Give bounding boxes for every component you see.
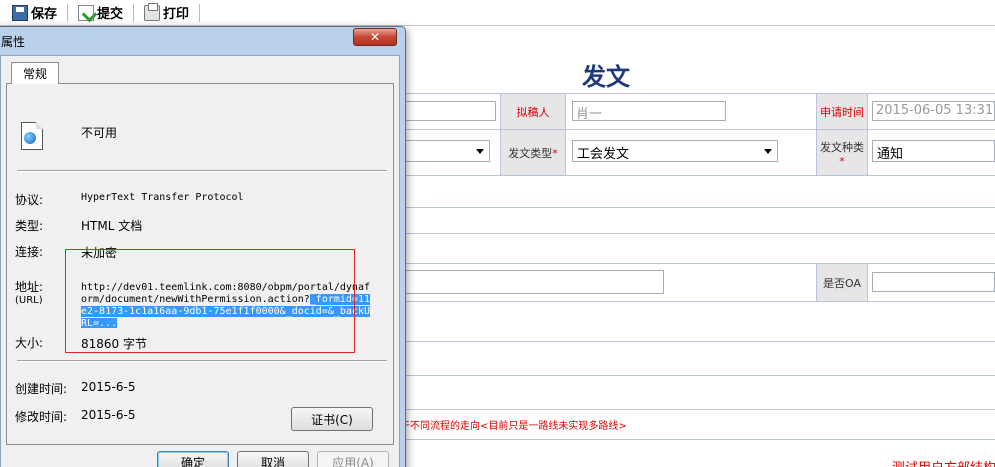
size-label: 大小: (15, 336, 44, 350)
file-name-value: 不可用 (81, 126, 118, 140)
address-label-sub: (URL) (15, 295, 43, 306)
doc-kind-label-text: 发文种类 (820, 140, 864, 154)
form-row (400, 341, 995, 375)
hidden-field-input[interactable] (400, 101, 496, 121)
modified-label: 修改时间: (15, 410, 68, 424)
bottom-red-text: 测试用户方部结构 (892, 457, 995, 467)
connection-label: 连接: (15, 245, 44, 259)
form-row (400, 233, 995, 263)
divider (17, 360, 387, 362)
form-row (400, 375, 995, 409)
doc-type-label: 发文类型 * (500, 130, 566, 176)
print-label: 打印 (163, 7, 190, 22)
close-icon: ✕ (369, 30, 381, 44)
toolbar-separator (67, 3, 69, 22)
apply-time-input[interactable]: 2015-06-05 13:31 (872, 101, 995, 121)
is-oa-input[interactable] (872, 272, 995, 292)
flow-note: 于不同流程的走向<目前只是一路线未实现多路线> (400, 421, 627, 432)
apply-button[interactable]: 应用(A) (317, 451, 389, 467)
divider (17, 170, 387, 172)
toolbar-separator (199, 3, 201, 22)
top-toolbar: 保存 提交 打印 (0, 0, 995, 26)
print-button[interactable]: 打印 (138, 2, 195, 24)
save-icon (12, 4, 28, 21)
ok-button[interactable]: 确定 (157, 451, 229, 467)
is-oa-label: 是否OA (816, 264, 868, 302)
print-icon (144, 2, 161, 21)
dialog-title: 属性 (1, 35, 26, 49)
apply-time-label-text: 申请时间 (820, 106, 864, 119)
chevron-down-icon (764, 149, 772, 154)
drafter-label-text: 拟稿人 (516, 106, 550, 119)
form-row: 是否OA (400, 263, 995, 302)
long-text-input[interactable] (400, 270, 664, 294)
type-label: 类型: (15, 219, 44, 233)
created-label: 创建时间: (15, 382, 68, 396)
modified-value: 2015-6-5 (81, 408, 136, 422)
required-mark: * (552, 146, 558, 160)
submit-button[interactable]: 提交 (72, 2, 129, 24)
address-label: 地址: (URL) (15, 281, 43, 307)
form-row (400, 175, 995, 207)
doc-kind-value: 通知 (877, 147, 904, 162)
protocol-label: 协议: (15, 193, 44, 207)
form-row: 发文类型 * 工会发文 发文种类 * 通知 (400, 129, 995, 176)
address-label-text: 地址: (15, 280, 44, 294)
form-row: 拟稿人 肖一 申请时间 2015-06-05 13:31 (400, 93, 995, 130)
dialog-titlebar[interactable]: 属性 ✕ (0, 27, 405, 53)
save-label: 保存 (31, 7, 58, 22)
type-value: HTML 文档 (81, 219, 143, 233)
properties-dialog: 属性 ✕ 常规 不可用 协议: HyperText Transfer Proto… (0, 26, 406, 467)
doc-kind-label: 发文种类 * (816, 130, 868, 176)
form-row (400, 301, 995, 341)
chevron-down-icon (476, 149, 484, 154)
doc-kind-select[interactable]: 通知 (872, 140, 995, 162)
save-button[interactable]: 保存 (6, 2, 63, 24)
toolbar-separator (133, 3, 135, 22)
created-value: 2015-6-5 (81, 380, 136, 394)
protocol-value: HyperText Transfer Protocol (81, 192, 244, 203)
required-mark: * (839, 154, 845, 168)
doc-type-select[interactable]: 工会发文 (572, 140, 778, 162)
close-button[interactable]: ✕ (353, 28, 397, 46)
submit-icon (78, 4, 95, 21)
document-form: 发文 拟稿人 肖一 申请时间 2015-06-05 13:31 发文类型 * 工会… (400, 27, 995, 467)
apply-time-label: 申请时间 (816, 94, 868, 130)
drafter-input[interactable]: 肖一 (572, 101, 726, 121)
red-highlight-box (65, 249, 355, 353)
left-select[interactable] (400, 140, 490, 162)
form-title: 发文 (582, 62, 630, 91)
html-document-icon (21, 122, 43, 150)
tab-panel: 不可用 协议: HyperText Transfer Protocol 类型: … (6, 83, 394, 445)
cancel-button[interactable]: 取消 (237, 451, 309, 467)
form-row (400, 207, 995, 233)
doc-type-value: 工会发文 (577, 147, 630, 162)
dialog-body: 常规 不可用 协议: HyperText Transfer Protocol 类… (0, 55, 400, 467)
tab-general[interactable]: 常规 (11, 62, 59, 84)
is-oa-label-text: 是否OA (823, 277, 861, 290)
drafter-label: 拟稿人 (500, 94, 566, 130)
doc-type-label-text: 发文类型 (508, 147, 553, 160)
certificate-button[interactable]: 证书(C) (291, 407, 373, 431)
submit-label: 提交 (97, 7, 124, 22)
